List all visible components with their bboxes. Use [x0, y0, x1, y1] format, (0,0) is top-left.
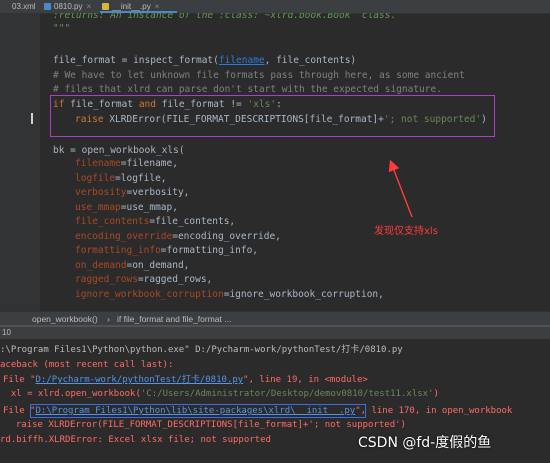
traceback-link[interactable]: D:/Pycharm-work/pythonTest/打卡/0810.py	[36, 375, 244, 385]
link-highlight-box	[30, 404, 366, 418]
breadcrumb-separator: ›	[107, 314, 110, 324]
watermark: CSDN @fd-度假的鱼	[358, 435, 492, 451]
annotation-arrow-up	[388, 159, 413, 218]
annotation-text: 发现仅支持xls	[374, 226, 438, 237]
console-line: rd.biffh.XLRDError: Excel xlsx file; not…	[0, 435, 271, 445]
console-line: File "D:/Pycharm-work/pythonTest/打卡/0810…	[3, 375, 368, 385]
breadcrumb-item-statement[interactable]: if file_format and file_format ...	[117, 312, 231, 326]
breadcrumb: open_workbook() › if file_format and fil…	[0, 311, 550, 326]
console-line: :\Program Files1\Python\python.exe" D:/P…	[0, 345, 403, 355]
console-line: raise XLRDError(FILE_FORMAT_DESCRIPTIONS…	[5, 420, 406, 430]
run-tab-label[interactable]: 10	[2, 327, 11, 339]
console-line: aceback (most recent call last):	[0, 360, 174, 370]
run-tool-bar: 10	[0, 327, 550, 339]
breadcrumb-item-function[interactable]: open_workbook()	[32, 312, 98, 326]
console-line: xl = xlrd.open_workbook('C:/Users/Admini…	[0, 389, 439, 399]
